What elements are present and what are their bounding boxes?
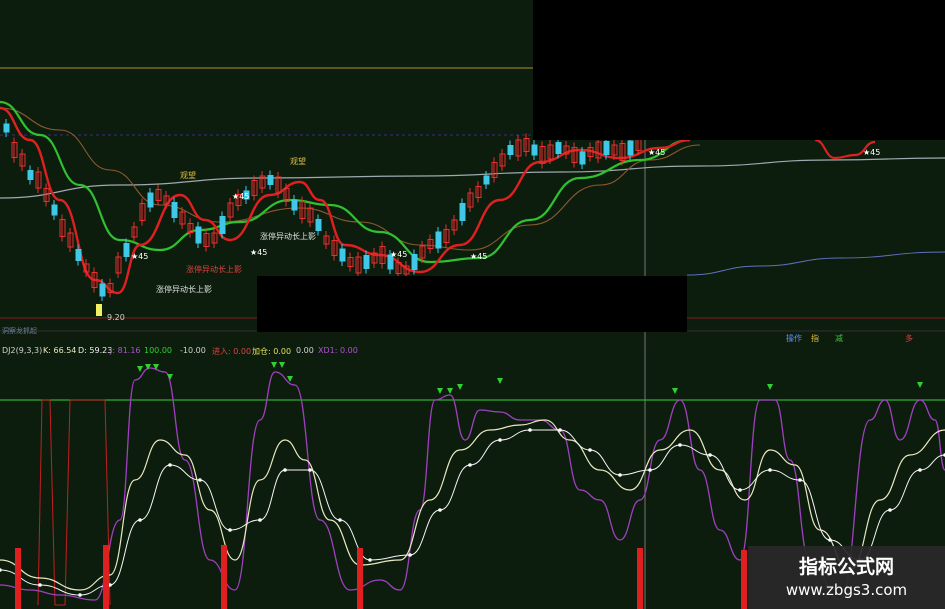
signal-bar [357, 548, 363, 609]
indicator-d-dot [738, 488, 742, 492]
candle-body [51, 204, 58, 216]
indicator-d-dot [283, 468, 287, 472]
indicator-d-dot [618, 473, 622, 477]
indicator-d-dot [528, 428, 532, 432]
indicator-d-dot [228, 528, 232, 532]
candle-body [147, 192, 154, 208]
shadow-label-3: 涨停异动长上影 [260, 232, 316, 241]
indicator-add: 加仓: 0.00 [252, 347, 292, 356]
signal-bar [15, 548, 21, 609]
indicator-d-dot [438, 508, 442, 512]
indicator-v1: 100.00 [144, 346, 172, 355]
indicator-xd1: XD1: 0.00 [318, 346, 358, 355]
star-label-7: ★45 [863, 148, 881, 157]
indicator-d-dot [258, 518, 262, 522]
indicator-d-dot [918, 468, 922, 472]
candle-body [603, 141, 610, 155]
indicator-d-dot [798, 478, 802, 482]
star-label-1: ★45 [131, 252, 149, 261]
indicator-d-dot [828, 538, 832, 542]
candle-body [219, 216, 226, 234]
star-label-6: ★45 [648, 148, 666, 157]
redaction-block-middle [257, 276, 687, 332]
indicator-k: K: 66.54 [43, 346, 77, 355]
shadow-label-1: 涨停异动长上影 [156, 285, 212, 294]
low-price-label: 9.20 [107, 313, 125, 322]
indicator-d-dot [138, 518, 142, 522]
candle-body [531, 144, 538, 156]
watermark-url: www.zbgs3.com [785, 581, 908, 599]
low-candle-marker [96, 304, 102, 316]
candle-body [75, 249, 82, 261]
shadow-label-2: 涨停异动长上影 [186, 265, 242, 274]
candle-body [315, 219, 322, 231]
indicator-d-dot [168, 463, 172, 467]
indicator-d-dot [648, 468, 652, 472]
candle-body [267, 175, 274, 185]
candle-body [435, 231, 442, 249]
indicator-d-dot [38, 583, 42, 587]
candle-body [99, 283, 106, 297]
indicator-v3: 0.00 [296, 346, 314, 355]
star-label-2: ★45 [250, 248, 268, 257]
watermark-title: 指标公式网 [798, 556, 894, 578]
candle-body [627, 140, 634, 156]
signal-bar [221, 545, 227, 609]
indicator-v2: -10.00 [180, 346, 206, 355]
indicator-d-dot [468, 463, 472, 467]
signal-bar [637, 548, 643, 609]
candle-body [3, 123, 10, 133]
signal-bar [103, 545, 109, 609]
candle-body [363, 255, 370, 269]
candle-body [171, 202, 178, 218]
candle-body [27, 170, 34, 180]
signal-bar [741, 550, 747, 609]
candle-body [339, 248, 346, 262]
indicator-name: DJ2(9,3,3) [2, 346, 43, 355]
indicator-entry: 进入: 0.00 [212, 347, 252, 356]
indicator-d-dot [198, 478, 202, 482]
watch-label-1: 观望 [180, 171, 196, 180]
star-label-5: ★45 [470, 252, 488, 261]
candle-body [507, 145, 514, 155]
tab-button-2[interactable]: 指 [811, 333, 819, 344]
tab-button-1[interactable]: 操作 [786, 333, 802, 344]
indicator-d-dot [408, 553, 412, 557]
candle-body [459, 203, 466, 221]
stock-chart-screenshot: { "indicator_bar": { "name": "DJ2(9,3,3)… [0, 0, 945, 609]
star-label-4: ★45 [390, 250, 408, 259]
candle-body [411, 254, 418, 270]
candle-body [195, 226, 202, 244]
star-label-3: ★45 [232, 192, 250, 201]
indicator-d-dot [338, 518, 342, 522]
indicator-d-dot [588, 448, 592, 452]
indicator-d-dot [888, 508, 892, 512]
candle-body [555, 142, 562, 154]
tab-button-4[interactable]: 多 [905, 333, 913, 344]
panel-tag: 洞察龙抓起 [2, 327, 37, 335]
indicator-d-dot [78, 593, 82, 597]
candle-body [123, 243, 130, 257]
candle-body [579, 151, 586, 165]
indicator-j: J: 81.16 [110, 346, 141, 355]
candle-body [291, 199, 298, 211]
candle-body [483, 175, 490, 185]
indicator-d-dot [308, 468, 312, 472]
indicator-d-dot [708, 453, 712, 457]
indicator-d-dot [368, 558, 372, 562]
indicator-d: D: 59.23 [78, 346, 113, 355]
indicator-d-dot [498, 438, 502, 442]
watch-label-2: 观望 [290, 157, 306, 166]
indicator-d-dot [558, 428, 562, 432]
tab-button-3[interactable]: 减 [835, 333, 843, 344]
indicator-d-dot [678, 443, 682, 447]
indicator-d-dot [768, 468, 772, 472]
watermark-box: 指标公式网 www.zbgs3.com [748, 546, 945, 609]
redaction-block-top [533, 0, 945, 140]
